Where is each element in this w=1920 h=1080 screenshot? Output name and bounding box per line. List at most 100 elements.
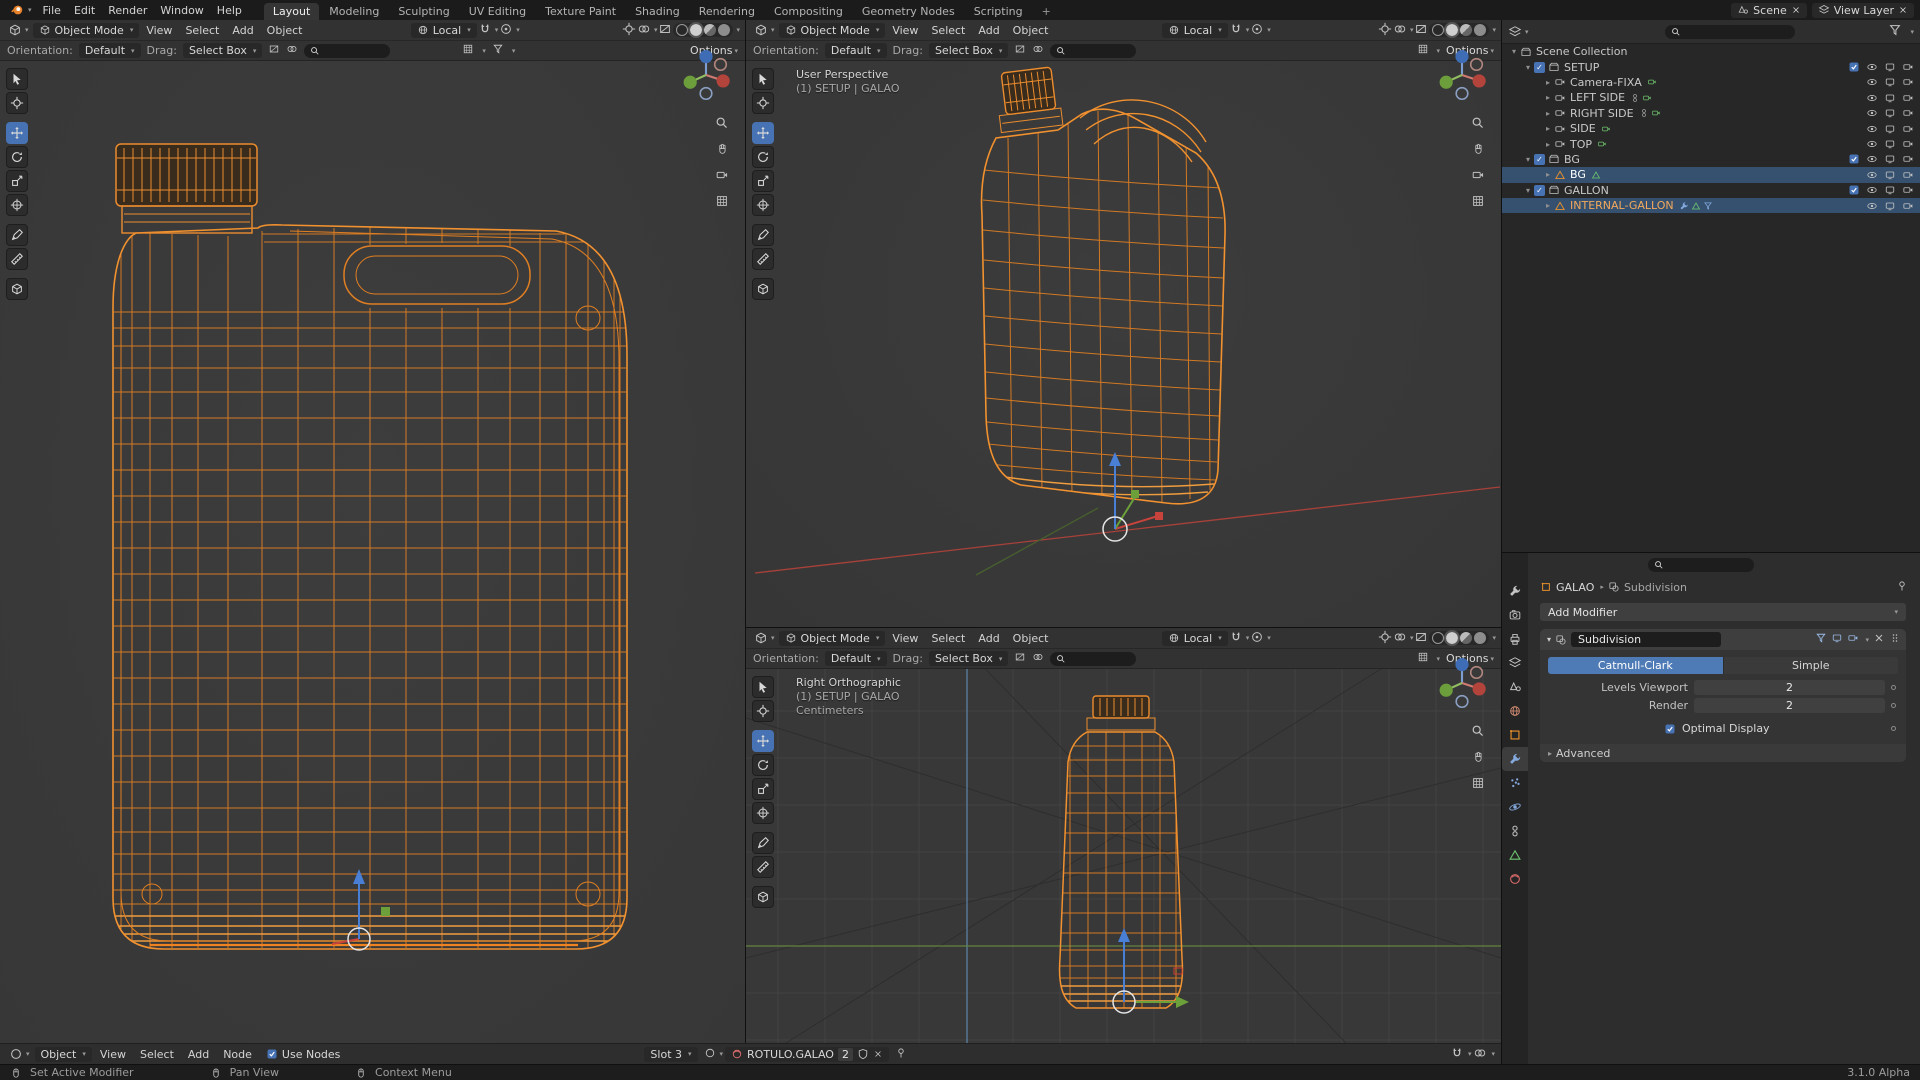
properties-search[interactable] <box>1648 558 1754 572</box>
cursor-tool[interactable] <box>6 92 28 114</box>
hide-eye-icon[interactable] <box>1866 123 1878 135</box>
disclosure-icon[interactable]: ▸ <box>1542 93 1554 102</box>
cursor-tool[interactable] <box>752 700 774 722</box>
outliner-row-bg-collection[interactable]: ▾ ✓ BG <box>1502 152 1920 167</box>
animate-decorator[interactable] <box>1891 726 1896 731</box>
hide-eye-icon[interactable] <box>1866 138 1878 150</box>
editor-type-button[interactable]: ▾ <box>751 631 778 645</box>
snap-toggle[interactable] <box>478 22 492 39</box>
workspace-tab-rendering[interactable]: Rendering <box>690 3 764 20</box>
zoom-icon[interactable] <box>715 116 729 133</box>
shading-rendered-icon[interactable] <box>1474 24 1487 36</box>
workspace-tab-texture-paint[interactable]: Texture Paint <box>536 3 625 20</box>
add-cube-tool[interactable] <box>752 886 774 908</box>
tab-constraints[interactable] <box>1502 819 1528 843</box>
outliner-row-top[interactable]: ▸ TOP <box>1502 136 1920 151</box>
mode-select[interactable]: Object Mode ▾ <box>778 22 886 38</box>
menu-add[interactable]: Add <box>972 23 1005 38</box>
pin-id-button[interactable] <box>1896 580 1908 595</box>
disable-render-icon[interactable] <box>1902 92 1914 104</box>
exclude-checkbox-icon[interactable] <box>1848 184 1860 196</box>
disable-render-icon[interactable] <box>1902 123 1914 135</box>
modifier-delete-button[interactable] <box>1873 632 1885 647</box>
menu-object[interactable]: Object <box>1007 631 1055 646</box>
workspace-tab-layout[interactable]: Layout <box>263 2 320 20</box>
transform-orientation-select[interactable]: Local ▾ <box>1161 22 1228 38</box>
menu-file[interactable]: File <box>37 3 67 18</box>
disclosure-icon[interactable]: ▸ <box>1542 109 1554 118</box>
disclosure-icon[interactable]: ▸ <box>1542 124 1554 133</box>
mask-icon-b[interactable] <box>1032 43 1044 58</box>
disclosure-icon[interactable]: ▸ <box>1542 140 1554 149</box>
show-gizmo-toggle[interactable] <box>1378 630 1392 647</box>
viewport-perspective[interactable]: ▾ Object Mode ▾ View Select Add Object Lo… <box>746 20 1501 627</box>
overlays-toggle[interactable] <box>1393 630 1407 647</box>
zoom-icon[interactable] <box>1471 116 1485 133</box>
view-layer-selector[interactable]: View Layer <box>1811 2 1914 18</box>
rotate-tool[interactable] <box>752 146 774 168</box>
snap-toggle[interactable] <box>1229 22 1243 39</box>
hide-eye-icon[interactable] <box>1866 76 1878 88</box>
collection-checkbox[interactable]: ✓ <box>1534 184 1545 196</box>
mask-icon-b[interactable] <box>286 43 298 58</box>
menu-view[interactable]: View <box>140 23 178 38</box>
menu-add[interactable]: Add <box>972 631 1005 646</box>
animate-decorator[interactable] <box>1891 685 1896 690</box>
move-tool[interactable] <box>6 122 28 144</box>
tool-list-button[interactable] <box>1417 651 1429 666</box>
hide-eye-icon[interactable] <box>1866 107 1878 119</box>
disable-render-icon[interactable] <box>1902 184 1914 196</box>
proportional-editing-toggle[interactable] <box>499 22 513 39</box>
disable-viewport-icon[interactable] <box>1884 169 1896 181</box>
render-display-toggle[interactable] <box>1847 632 1859 647</box>
hide-eye-icon[interactable] <box>1866 153 1878 165</box>
mask-icon-b[interactable] <box>1032 651 1044 666</box>
disclosure-icon[interactable]: ▾ <box>1522 155 1534 164</box>
navigation-gizmo[interactable] <box>1433 46 1491 104</box>
breadcrumb-item[interactable]: Subdivision <box>1624 581 1687 594</box>
realtime-display-toggle[interactable] <box>1831 632 1843 647</box>
material-name-field[interactable]: ROTULO.GALAO 2 <box>725 1046 889 1062</box>
workspace-tab-scripting[interactable]: Scripting <box>965 3 1032 20</box>
scale-tool[interactable] <box>752 170 774 192</box>
show-gizmo-toggle[interactable] <box>1378 22 1392 39</box>
shading-material-icon[interactable] <box>1460 632 1473 644</box>
annotate-tool[interactable] <box>6 224 28 246</box>
disable-render-icon[interactable] <box>1902 107 1914 119</box>
add-modifier-button[interactable]: Add Modifier ▾ <box>1540 603 1906 621</box>
use-nodes-checkbox[interactable]: Use Nodes <box>266 1048 340 1061</box>
pan-icon[interactable] <box>715 142 729 159</box>
pan-icon[interactable] <box>1471 750 1485 767</box>
overlays-toggle[interactable] <box>1473 1046 1487 1063</box>
add-cube-tool[interactable] <box>6 278 28 300</box>
menu-window[interactable]: Window <box>154 3 209 18</box>
disable-render-icon[interactable] <box>1902 200 1914 212</box>
navigation-gizmo[interactable] <box>677 46 735 104</box>
outliner-row-right-side[interactable]: ▸ RIGHT SIDE <box>1502 106 1920 121</box>
cursor-tool[interactable] <box>752 92 774 114</box>
move-tool[interactable] <box>752 730 774 752</box>
collection-checkbox[interactable]: ✓ <box>1534 153 1545 165</box>
filter-button[interactable] <box>492 43 504 58</box>
scene-selector[interactable]: Scene <box>1731 2 1807 18</box>
outliner-row-side[interactable]: ▸ SIDE <box>1502 121 1920 136</box>
annotate-tool[interactable] <box>752 832 774 854</box>
render-levels-field[interactable]: 2 <box>1694 698 1885 713</box>
viewport-front[interactable]: ▾ Object Mode ▾ View Select Add Object Lo… <box>0 20 745 1043</box>
shading-solid-icon[interactable] <box>1444 630 1461 646</box>
ortho-grid-icon[interactable] <box>715 194 729 211</box>
tab-output[interactable] <box>1502 627 1528 651</box>
move-tool[interactable] <box>752 122 774 144</box>
menu-select[interactable]: Select <box>925 23 971 38</box>
editor-type-button[interactable]: ▾ <box>6 1047 33 1061</box>
rotate-tool[interactable] <box>6 146 28 168</box>
camera-view-icon[interactable] <box>715 168 729 185</box>
menu-object[interactable]: Object <box>261 23 309 38</box>
rotate-tool[interactable] <box>752 754 774 776</box>
simple-button[interactable]: Simple <box>1722 657 1898 674</box>
material-users-button[interactable]: 2 <box>837 1047 853 1061</box>
hide-eye-icon[interactable] <box>1866 184 1878 196</box>
proportional-editing-toggle[interactable] <box>1250 630 1264 647</box>
tab-particles[interactable] <box>1502 771 1528 795</box>
pin-id-button[interactable] <box>895 1047 907 1062</box>
